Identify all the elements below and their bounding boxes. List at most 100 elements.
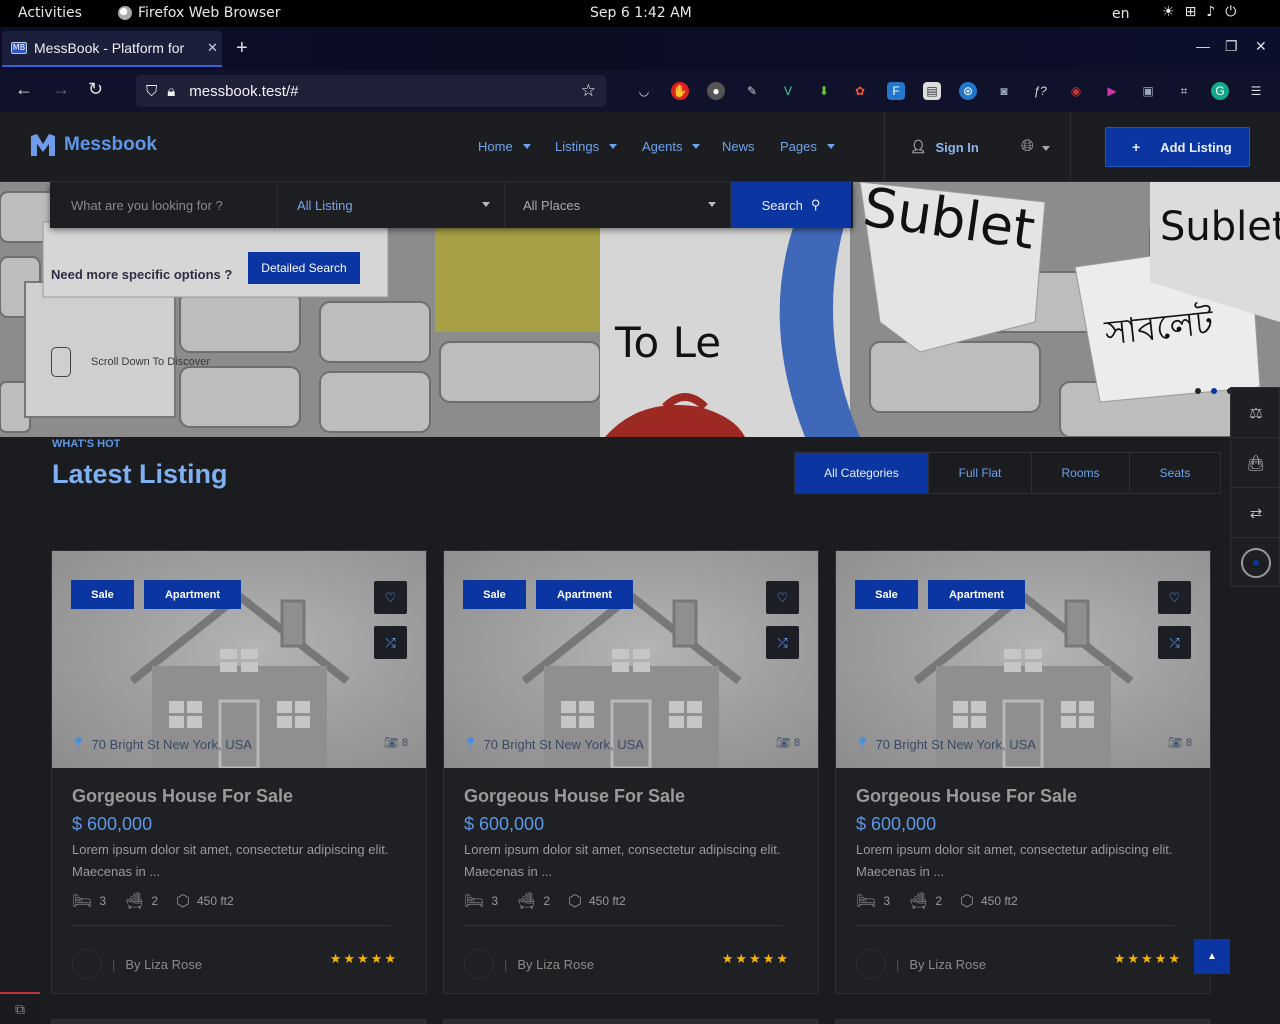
browser-tab[interactable]: MB MessBook - Platform for ✕ (2, 31, 222, 67)
notes-icon[interactable]: ▤ (923, 82, 941, 100)
listing-agent[interactable]: | By Liza Rose (464, 949, 594, 979)
grammarly-icon[interactable]: G (1211, 82, 1229, 100)
listing-description: Lorem ipsum dolor sit amet, consectetur … (856, 842, 1173, 879)
shield-icon[interactable]: ⛉ (146, 83, 157, 100)
maximize-icon[interactable]: ❐ (1225, 38, 1238, 55)
listing-image[interactable]: Sale Apartment ♡ ⤮ 📍︎ 70 Bright St New York, … (836, 551, 1210, 768)
forward-icon[interactable]: → (52, 79, 70, 100)
download-icon[interactable]: ⬇ (815, 82, 833, 100)
menu-listings[interactable]: Listings (555, 139, 618, 154)
play-icon[interactable]: ▶ (1103, 82, 1121, 100)
section-eyebrow: WHAT'S HOT (52, 438, 121, 450)
crop-icon[interactable]: ⌗ (1175, 82, 1193, 100)
category-full-flat[interactable]: Full Flat (929, 453, 1032, 493)
compare-shuffle-icon[interactable]: ⤮ (766, 626, 799, 659)
type-badge[interactable]: Apartment (144, 580, 241, 609)
photo-count[interactable]: 📷︎ 8 (776, 736, 800, 750)
shopping-bag-icon[interactable]: 👜︎ (1231, 438, 1280, 488)
reload-icon[interactable]: ↻ (88, 79, 103, 100)
vue-devtools-icon[interactable]: V (779, 82, 797, 100)
bookmark-star-icon[interactable]: ☆ (581, 81, 596, 101)
cube-icon: ⬡ (176, 893, 190, 910)
tab-title: MessBook - Platform for (34, 40, 185, 56)
swap-arrows-icon[interactable]: ⇄ (1231, 488, 1280, 538)
listing-title[interactable]: Gorgeous House For Sale (72, 786, 293, 807)
search-button[interactable]: Search ⚲ (731, 182, 851, 228)
activities-button[interactable]: Activities (18, 5, 82, 21)
keyboard-language[interactable]: en (1112, 6, 1130, 22)
new-tab-icon[interactable]: + (236, 37, 248, 60)
listing-agent[interactable]: | By Liza Rose (856, 949, 986, 979)
baths-feature: 🛁︎ 2 (516, 891, 550, 911)
pen-icon[interactable]: ✎ (743, 82, 761, 100)
listing-select[interactable]: All Listing (278, 182, 505, 228)
compare-shuffle-icon[interactable]: ⤮ (374, 626, 407, 659)
back-icon[interactable]: ← (15, 79, 33, 100)
lock-icon[interactable]: 🔒︎ (167, 83, 175, 100)
tracker-icon[interactable]: ◉ (1067, 82, 1085, 100)
slider-dot-active[interactable] (1211, 388, 1217, 394)
avatar (72, 949, 102, 979)
sale-badge[interactable]: Sale (71, 580, 134, 609)
baths-feature: 🛁︎ 2 (908, 891, 942, 911)
circle-toggle-icon[interactable] (1231, 538, 1280, 588)
listing-card[interactable]: Sale Apartment ♡ ⤮ 📍︎ 70 Bright St New York, … (835, 550, 1211, 994)
url-text[interactable]: messbook.test/# (189, 83, 298, 100)
places-select[interactable]: All Places (505, 182, 731, 228)
listing-card[interactable]: Sale Apartment ♡ ⤮ 📍︎ 70 Bright St New York, … (443, 550, 819, 994)
scroll-to-top-button[interactable]: ▲ (1194, 939, 1230, 974)
type-badge[interactable]: Apartment (536, 580, 633, 609)
close-tab-icon[interactable]: ✕ (207, 40, 218, 56)
category-rooms[interactable]: Rooms (1032, 453, 1130, 493)
compare-icon[interactable]: ⚖ (1231, 388, 1280, 438)
listing-title[interactable]: Gorgeous House For Sale (464, 786, 685, 807)
listing-image[interactable]: Sale Apartment ♡ ⤮ 📍︎ 70 Bright St New York, … (52, 551, 426, 768)
photo-count[interactable]: 📷︎ 8 (384, 736, 408, 750)
link-icon[interactable]: ⊛ (959, 82, 977, 100)
category-seats[interactable]: Seats (1130, 453, 1220, 493)
listing-title[interactable]: Gorgeous House For Sale (856, 786, 1077, 807)
laravel-debugbar-icon[interactable]: ⧉ (0, 992, 40, 1024)
compare-shuffle-icon[interactable]: ⤮ (1158, 626, 1191, 659)
listing-card[interactable]: Sale Apartment ♡ ⤮ 📍︎ 70 Bright St New York, … (51, 550, 427, 994)
pocket-icon[interactable]: ◡ (635, 82, 653, 100)
adblock-icon[interactable]: ✋ (671, 82, 689, 100)
language-globe-icon[interactable]: 🌐︎ (1021, 138, 1051, 156)
favorite-heart-icon[interactable]: ♡ (1158, 581, 1191, 614)
app-menu[interactable]: Firefox Web Browser (118, 5, 281, 21)
close-window-icon[interactable]: ✕ (1255, 38, 1267, 55)
clock[interactable]: Sep 6 1:42 AM (590, 5, 692, 21)
scroll-down-text: Scroll Down To Discover (91, 356, 211, 368)
search-input[interactable]: What are you looking for ? (50, 182, 278, 228)
url-bar[interactable]: ⛉ 🔒︎ messbook.test/# ☆ (136, 75, 606, 107)
minimize-icon[interactable]: — (1196, 38, 1210, 54)
extension-circle-icon[interactable]: ● (707, 82, 725, 100)
add-listing-button[interactable]: + Add Listing (1105, 127, 1250, 167)
menu-home[interactable]: Home (478, 139, 531, 154)
function-icon[interactable]: ƒ? (1031, 82, 1049, 100)
detailed-search-button[interactable]: Detailed Search (248, 252, 360, 284)
color-picker-icon[interactable]: ✿ (851, 82, 869, 100)
favorite-heart-icon[interactable]: ♡ (766, 581, 799, 614)
sale-badge[interactable]: Sale (463, 580, 526, 609)
sign-in-link[interactable]: 👤︎ Sign In (910, 139, 979, 155)
menu-news[interactable]: News (722, 139, 755, 154)
font-icon[interactable]: F (887, 82, 905, 100)
favorite-heart-icon[interactable]: ♡ (374, 581, 407, 614)
menu-agents[interactable]: Agents (642, 139, 701, 154)
screenshot-icon[interactable]: ▣ (1139, 82, 1157, 100)
site-logo[interactable]: Messbook (31, 134, 157, 156)
listing-image[interactable]: Sale Apartment ♡ ⤮ 📍︎ 70 Bright St New York, … (444, 551, 818, 768)
menu-pages[interactable]: Pages (780, 139, 835, 154)
bathtub-icon: 🛁︎ (516, 893, 537, 910)
sale-badge[interactable]: Sale (855, 580, 918, 609)
system-tray[interactable]: ☀ ⊞ ♪ ⏻ (1162, 4, 1236, 20)
hamburger-menu-icon[interactable]: ☰ (1247, 82, 1265, 100)
slider-dot[interactable] (1195, 388, 1201, 394)
camera-ext-icon[interactable]: ◙ (995, 82, 1013, 100)
listing-agent[interactable]: | By Liza Rose (72, 949, 202, 979)
address-text: 70 Bright St New York, USA (91, 736, 252, 752)
type-badge[interactable]: Apartment (928, 580, 1025, 609)
category-all[interactable]: All Categories (795, 453, 929, 493)
photo-count[interactable]: 📷︎ 8 (1168, 736, 1192, 750)
